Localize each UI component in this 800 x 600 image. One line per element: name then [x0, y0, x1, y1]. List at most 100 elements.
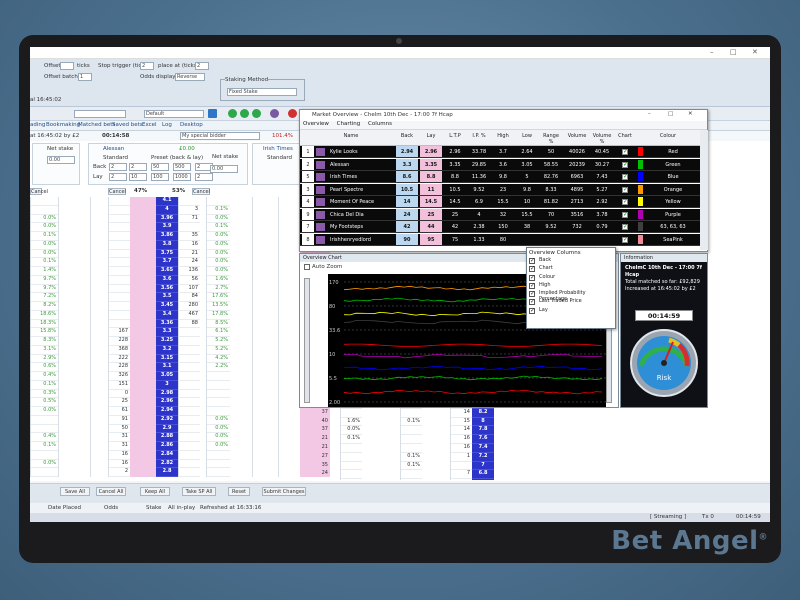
- ladder-cell[interactable]: 1: [451, 453, 472, 462]
- tab-desktop[interactable]: Desktop: [180, 122, 203, 128]
- ladder-cell[interactable]: 2.2%: [207, 363, 230, 372]
- chart-checkbox[interactable]: [622, 186, 628, 193]
- ladder-cell[interactable]: [207, 390, 230, 399]
- volume-cell[interactable]: 21: [300, 435, 330, 444]
- ladder-cell[interactable]: [31, 416, 58, 425]
- price-cell[interactable]: 3: [156, 381, 178, 390]
- chart-checkbox[interactable]: [622, 148, 628, 155]
- price-cell[interactable]: 2.8: [156, 468, 178, 477]
- ladder-cell[interactable]: 0.1%: [31, 232, 58, 241]
- mo-menu-columns[interactable]: Columns: [368, 121, 392, 127]
- stop-trigger-input[interactable]: 2: [140, 62, 154, 70]
- price-cell[interactable]: 2.98: [156, 390, 178, 399]
- colour-swatch[interactable]: [638, 184, 643, 194]
- lay-cell[interactable]: [179, 381, 200, 390]
- price-cell[interactable]: 2.92: [156, 416, 178, 425]
- back-cell[interactable]: [109, 267, 130, 276]
- price-cell[interactable]: 3.25: [156, 337, 178, 346]
- back-cell[interactable]: [109, 285, 130, 294]
- ladder-cell[interactable]: 17.6%: [207, 293, 230, 302]
- ladder-cell[interactable]: 0.0%: [31, 460, 58, 469]
- column-checkbox[interactable]: [529, 298, 535, 306]
- ladder-cell[interactable]: 5.2%: [207, 346, 230, 355]
- price-cell[interactable]: 3.3: [156, 328, 178, 337]
- market-overview-row[interactable]: 3 Pearl Spectre 10.5 11 10.5 9.52 23 9.8 8.33 489…: [300, 183, 700, 196]
- column-checkbox[interactable]: [529, 290, 535, 298]
- ladder-cell[interactable]: 0.0%: [207, 258, 230, 267]
- ladder-cell[interactable]: 16: [451, 435, 472, 444]
- ladder-cell[interactable]: [341, 453, 362, 462]
- tab-matched-bets[interactable]: Matched bets: [78, 122, 115, 128]
- back-cell[interactable]: 16: [109, 451, 130, 460]
- back-cell[interactable]: [109, 232, 130, 241]
- chart-checkbox[interactable]: [622, 211, 628, 218]
- ladder-cell[interactable]: 0.0%: [207, 232, 230, 241]
- price-cell[interactable]: 3.45: [156, 302, 178, 311]
- back-cell[interactable]: [109, 320, 130, 329]
- chart-checkbox[interactable]: [622, 173, 628, 180]
- ladder-cell[interactable]: 0.4%: [31, 372, 58, 381]
- back-cell[interactable]: 16: [109, 460, 130, 469]
- ladder-cell[interactable]: 6.1%: [207, 328, 230, 337]
- chart-checkbox[interactable]: [622, 198, 628, 205]
- volume-cell[interactable]: 27: [300, 453, 330, 462]
- ladder-cell[interactable]: 16: [451, 444, 472, 453]
- lay-cell[interactable]: 136: [179, 267, 200, 276]
- ladder-cell[interactable]: 1.6%: [207, 276, 230, 285]
- colour-swatch[interactable]: [638, 172, 643, 181]
- maximize-icon[interactable]: □: [730, 48, 737, 56]
- col-lay[interactable]: Lay: [420, 133, 442, 139]
- right-ladder-back-column[interactable]: [278, 197, 300, 477]
- lay-cell[interactable]: [179, 442, 200, 451]
- back-cell[interactable]: 31: [109, 442, 130, 451]
- ladder-cell[interactable]: [31, 468, 58, 477]
- mo-maximize-icon[interactable]: □: [668, 111, 673, 117]
- price-cell[interactable]: 3.4: [156, 311, 178, 320]
- back-cell[interactable]: 31: [109, 433, 130, 442]
- ladder-cell[interactable]: 8.2%: [31, 302, 58, 311]
- forward-arrow-icon[interactable]: [240, 109, 249, 118]
- ladder-cell[interactable]: [451, 462, 472, 471]
- ladder-cell[interactable]: 0.0%: [31, 241, 58, 250]
- price-cell[interactable]: 3.5: [156, 293, 178, 302]
- colour-swatch[interactable]: [638, 234, 643, 244]
- ladder-cell[interactable]: [341, 462, 362, 471]
- back-cell[interactable]: 368: [109, 346, 130, 355]
- auto-zoom-checkbox[interactable]: [304, 264, 310, 270]
- ladder-cell[interactable]: 9.7%: [31, 285, 58, 294]
- back-cell[interactable]: 222: [109, 355, 130, 364]
- ladder-cell[interactable]: 0.1%: [401, 462, 422, 471]
- staking-method-select[interactable]: Fixed Stake: [227, 88, 297, 96]
- price-cell[interactable]: 2.86: [156, 442, 178, 451]
- col-high[interactable]: High: [492, 133, 514, 139]
- back-cell[interactable]: 91: [109, 416, 130, 425]
- lay-cell[interactable]: [179, 372, 200, 381]
- back-preset-1[interactable]: 2: [109, 163, 127, 171]
- mo-menu-charting[interactable]: Charting: [337, 121, 361, 127]
- lay-cell[interactable]: 107: [179, 285, 200, 294]
- col-ltp[interactable]: L.T.P: [444, 133, 466, 139]
- ladder-cell[interactable]: 0.1%: [207, 206, 230, 215]
- ladder-back-column[interactable]: 167 228 368 222 228 326 151 0 25 61 91 50 31 31 16 16 2: [108, 197, 130, 477]
- ladder-cell[interactable]: 15.8%: [31, 328, 58, 337]
- price-cell[interactable]: 2.84: [156, 451, 178, 460]
- ladder-cell[interactable]: 7: [451, 470, 472, 480]
- back-cell[interactable]: 326: [109, 372, 130, 381]
- tab-log[interactable]: Log: [162, 122, 172, 128]
- col-range[interactable]: Range %: [540, 133, 562, 145]
- volume-cell[interactable]: 40: [300, 418, 330, 427]
- back-cell[interactable]: 61: [109, 407, 130, 416]
- lay-cell[interactable]: [179, 223, 200, 232]
- ladder-cell[interactable]: 0.0%: [341, 426, 362, 436]
- ladder-cell[interactable]: [401, 470, 422, 480]
- lay-cell[interactable]: [179, 355, 200, 364]
- lay-cell[interactable]: 56: [179, 276, 200, 285]
- colour-swatch[interactable]: [638, 197, 643, 206]
- lay-cell[interactable]: [179, 346, 200, 355]
- mo-minimize-icon[interactable]: –: [648, 111, 651, 117]
- market-overview-row[interactable]: 5 Irish Times 8.6 8.8 8.8 11.36 9.8 5 82.76 6963 7…: [300, 171, 700, 183]
- lay-preset-3[interactable]: 100: [151, 173, 169, 181]
- ladder-cell[interactable]: [31, 197, 58, 206]
- volume-cell[interactable]: 37: [300, 426, 330, 435]
- ladder-cell[interactable]: 18.3%: [31, 320, 58, 329]
